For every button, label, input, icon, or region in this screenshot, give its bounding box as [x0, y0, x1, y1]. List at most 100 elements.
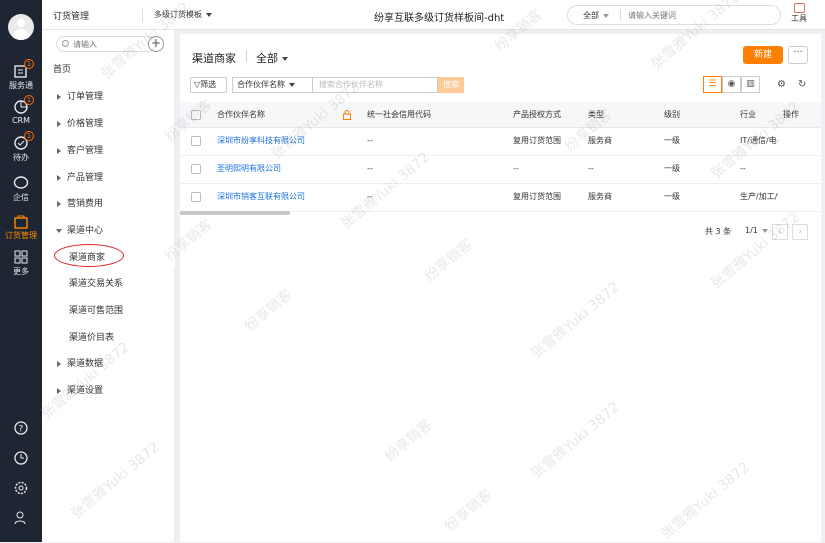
- chevron-down-icon: [289, 82, 295, 87]
- sidebar-item-orders[interactable]: 订单管理: [42, 86, 175, 108]
- sidebar-item-channel-merchants[interactable]: 渠道商家: [42, 244, 175, 269]
- global-search-input[interactable]: [628, 8, 768, 22]
- chat-bubble-icon: [13, 175, 29, 191]
- rail-item-todo[interactable]: 1 待办: [0, 131, 42, 166]
- search-icon: [62, 40, 69, 47]
- main-panel: 渠道商家 全部 新建 ··· ▽筛选 合作伙伴名称 搜索合作伙伴名称 搜索 ☰ …: [180, 34, 821, 542]
- horizontal-scrollbar[interactable]: [180, 211, 290, 215]
- auth-mode-cell: 复用订货范围: [513, 192, 561, 201]
- sidebar-search[interactable]: [56, 36, 156, 52]
- chevron-down-icon: [56, 229, 62, 233]
- svg-text:?: ?: [19, 425, 24, 435]
- column-header[interactable]: 级别: [664, 102, 680, 127]
- view-label: 全部: [256, 52, 278, 65]
- row-checkbox[interactable]: [191, 136, 201, 146]
- type-cell: 服务商: [588, 136, 612, 145]
- credit-code-cell: --: [367, 192, 373, 201]
- table-row[interactable]: 深圳市销客互联有限公司 -- 复用订货范围 服务商 一级 生产/加工/制造: [180, 184, 821, 212]
- list-view-icon[interactable]: ☰: [703, 76, 722, 93]
- search-field-select[interactable]: 合作伙伴名称: [232, 77, 312, 93]
- level-cell: 一级: [664, 192, 680, 201]
- column-header: 操作: [783, 110, 799, 119]
- sidebar-item-channel-center[interactable]: 渠道中心: [42, 220, 175, 242]
- table-row[interactable]: 深圳市纷享科技有限公司 -- 复用订货范围 服务商 一级 IT/通信/电子/互联…: [180, 128, 821, 156]
- column-header[interactable]: 产品授权方式: [513, 102, 561, 127]
- tools-button[interactable]: 工具: [791, 3, 807, 24]
- row-checkbox[interactable]: [191, 164, 201, 174]
- sidebar-item-channel-sale-scope[interactable]: 渠道可售范围: [42, 300, 175, 322]
- auth-mode-cell: --: [513, 164, 519, 173]
- settings-gear-icon[interactable]: ⚙: [777, 79, 786, 90]
- help-icon[interactable]: ?: [0, 420, 42, 440]
- select-all-checkbox[interactable]: [191, 110, 201, 120]
- level-cell: 一级: [664, 164, 680, 173]
- sidebar-item-channel-settings[interactable]: 渠道设置: [42, 380, 175, 402]
- type-cell: --: [588, 164, 594, 173]
- user-settings-icon[interactable]: [0, 510, 42, 530]
- industry-cell: --: [740, 164, 746, 173]
- global-search[interactable]: 全部: [567, 5, 781, 25]
- sidebar-item-products[interactable]: 产品管理: [42, 167, 175, 189]
- split-view-icon[interactable]: ▥: [741, 76, 760, 93]
- partner-name-link[interactable]: 深圳市销客互联有限公司: [217, 184, 305, 211]
- sidebar-item-customers[interactable]: 客户管理: [42, 140, 175, 162]
- app-name[interactable]: 订货管理: [53, 9, 89, 22]
- crm-icon: 1: [13, 95, 34, 115]
- grid-icon: [13, 249, 29, 265]
- column-header[interactable]: 合作伙伴名称: [217, 102, 265, 127]
- table-header: 合作伙伴名称 统一社会信用代码 产品授权方式 类型 级别 行业 操作: [180, 102, 821, 128]
- rail-item-more[interactable]: 更多: [0, 246, 42, 280]
- list-search-input[interactable]: 搜索合作伙伴名称: [312, 77, 438, 93]
- sidebar-item-marketing-costs[interactable]: 营销费用: [42, 193, 175, 215]
- chevron-right-icon: [57, 201, 61, 207]
- partner-name-link[interactable]: 圣明熙明有限公司: [217, 156, 281, 183]
- chevron-right-icon: [57, 121, 61, 127]
- column-header[interactable]: 行业: [740, 102, 778, 127]
- top-header: 订货管理 多级订货模板 纷享互联多级订货样板间-dht 全部 工具: [42, 0, 825, 30]
- filter-label: 筛选: [200, 80, 217, 89]
- search-field-label: 合作伙伴名称: [237, 80, 285, 89]
- sidebar-item-channel-data[interactable]: 渠道数据: [42, 353, 175, 375]
- page-select[interactable]: 1/1: [745, 226, 768, 235]
- industry-cell: 生产/加工/制造: [740, 192, 778, 201]
- table-row[interactable]: 圣明熙明有限公司 -- -- -- 一级 --: [180, 156, 821, 184]
- app-rail: 1 服务通 1 CRM 1 待办 企信 订货管理 更多 ?: [0, 0, 42, 542]
- level-cell: 一级: [664, 136, 680, 145]
- industry-cell: IT/通信/电子/互联网: [740, 136, 778, 145]
- add-button[interactable]: +: [148, 36, 164, 52]
- sidebar-item-channel-transactions[interactable]: 渠道交易关系: [42, 273, 175, 295]
- next-page-button[interactable]: ›: [792, 224, 808, 240]
- tools-icon: [793, 3, 805, 13]
- chevron-down-icon: [206, 12, 212, 17]
- sidebar-search-input[interactable]: [73, 38, 153, 50]
- service-icon: 1: [13, 59, 34, 79]
- history-icon[interactable]: [0, 450, 42, 470]
- avatar[interactable]: [8, 14, 34, 40]
- credit-code-cell: --: [367, 164, 373, 173]
- column-header[interactable]: 类型: [588, 102, 604, 127]
- settings-gear-icon[interactable]: [0, 480, 42, 500]
- sidebar-item-channel-pricelist[interactable]: 渠道价目表: [42, 327, 175, 349]
- view-selector[interactable]: 全部: [256, 50, 288, 66]
- search-scope-select[interactable]: 全部: [583, 10, 609, 21]
- row-checkbox[interactable]: [191, 192, 201, 202]
- divider: [620, 10, 621, 21]
- sidebar-item-pricing[interactable]: 价格管理: [42, 113, 175, 135]
- filter-button[interactable]: ▽筛选: [190, 77, 227, 93]
- sidebar-item-home[interactable]: 首页: [42, 59, 175, 81]
- prev-page-button[interactable]: ‹: [772, 224, 788, 240]
- more-button[interactable]: ···: [788, 46, 808, 64]
- template-selector[interactable]: 多级订货模板: [154, 9, 212, 20]
- rail-item-ordering[interactable]: 订货管理: [0, 210, 42, 244]
- search-button[interactable]: 搜索: [438, 77, 464, 93]
- credit-code-cell: --: [367, 136, 373, 145]
- refresh-icon[interactable]: ↻: [798, 79, 806, 90]
- rail-item-service[interactable]: 1 服务通: [0, 59, 42, 94]
- new-button[interactable]: 新建: [743, 46, 783, 64]
- column-header[interactable]: 统一社会信用代码: [367, 102, 431, 127]
- tools-label: 工具: [791, 14, 807, 23]
- map-pin-icon[interactable]: ◉: [722, 76, 741, 93]
- partner-name-link[interactable]: 深圳市纷享科技有限公司: [217, 128, 305, 155]
- rail-item-crm[interactable]: 1 CRM: [0, 95, 42, 130]
- rail-item-chat[interactable]: 企信: [0, 172, 42, 206]
